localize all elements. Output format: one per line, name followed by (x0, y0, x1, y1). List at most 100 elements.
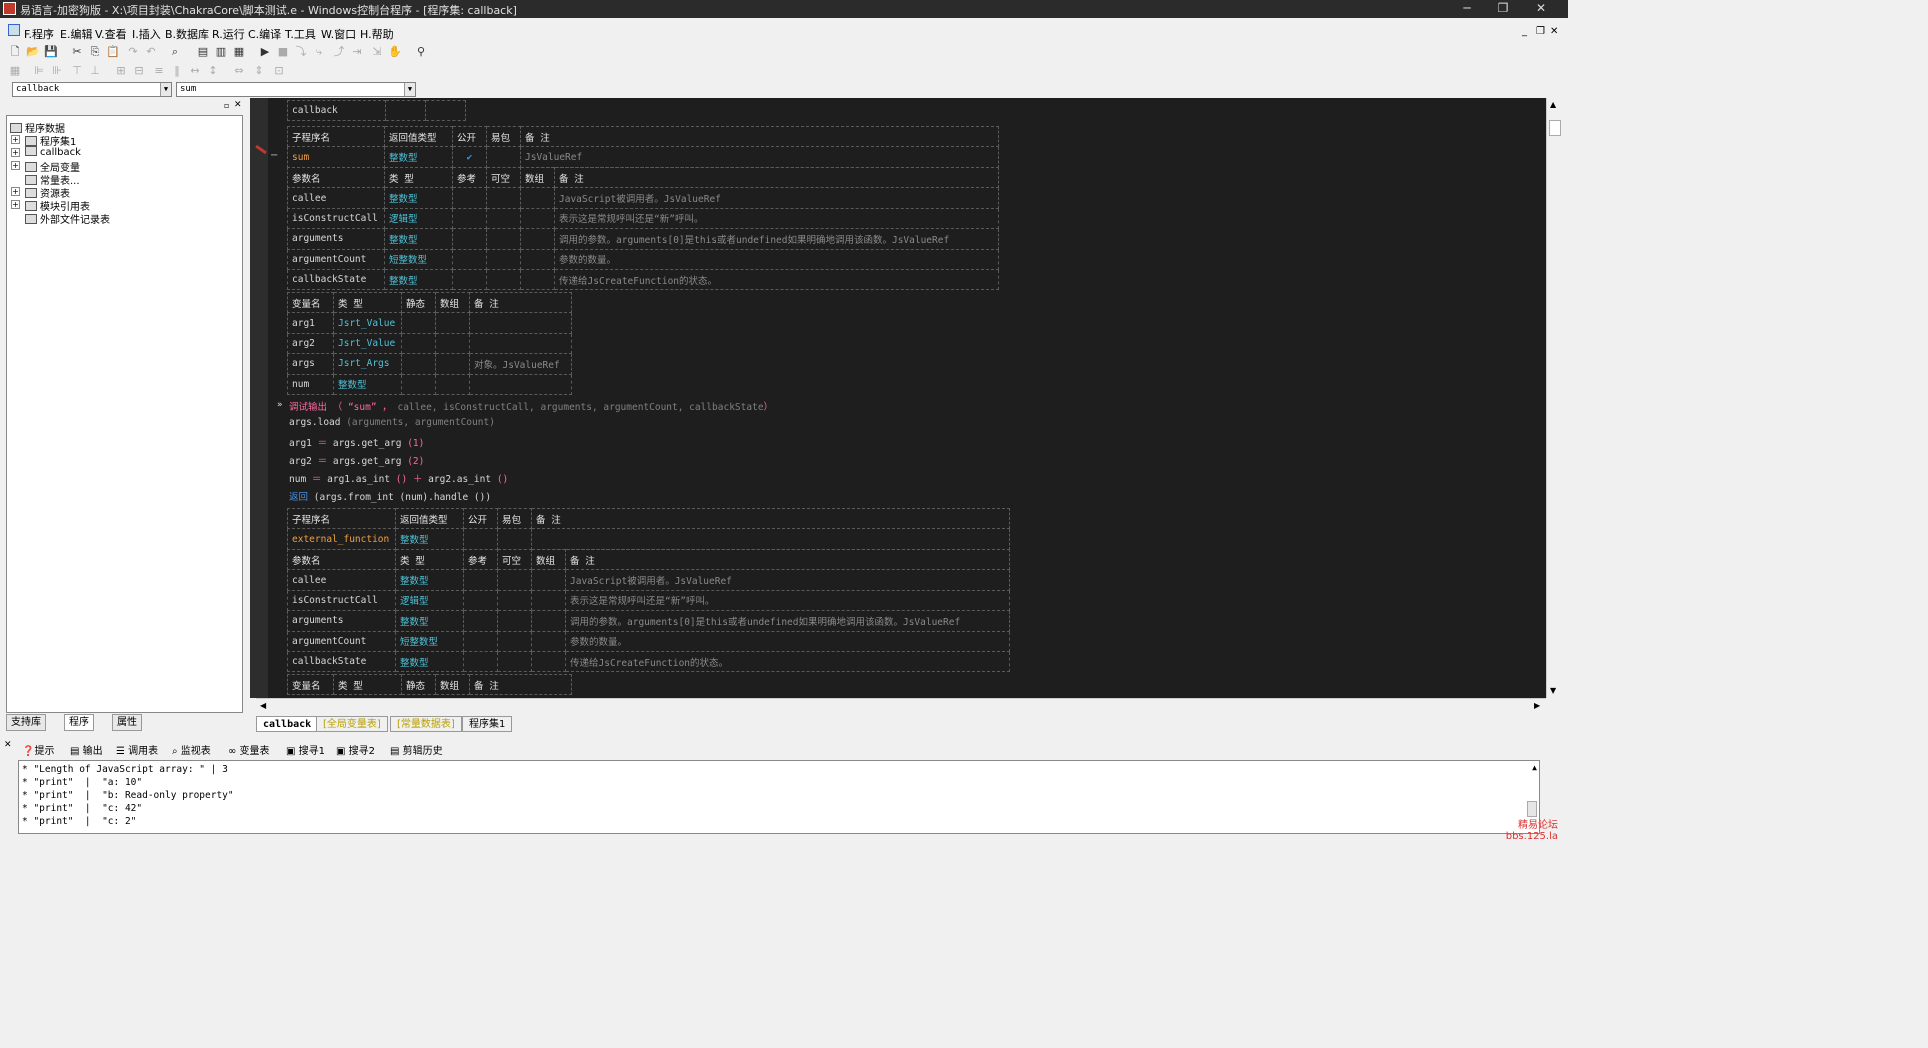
expand-icon[interactable]: + (11, 200, 20, 209)
tree-item[interactable]: callback (25, 146, 81, 158)
align-bottom-icon[interactable]: ⊥ (88, 64, 102, 78)
tree-item[interactable]: 外部文件记录表 (25, 211, 110, 226)
search-people-icon[interactable]: ⚲ (414, 45, 428, 59)
redo-icon[interactable]: ↷ (126, 45, 140, 59)
code-line[interactable]: args.load (arguments, argumentCount) (289, 417, 495, 428)
same-width-icon[interactable]: ≡ (152, 64, 166, 78)
align-left-icon[interactable]: ⊫ (32, 64, 46, 78)
code-line[interactable]: arg2 ＝ args.get_arg (2) (289, 453, 424, 467)
align-right-icon[interactable]: ⊪ (50, 64, 64, 78)
same-height-icon[interactable]: ‖ (170, 64, 184, 78)
menu-help[interactable]: H.帮助 (360, 26, 394, 42)
run-icon[interactable]: ▶ (258, 45, 272, 59)
menu-tools[interactable]: T.工具 (285, 26, 316, 42)
layout1-icon[interactable]: ▤ (196, 45, 210, 59)
menu-compile[interactable]: C.编译 (248, 26, 281, 42)
tab-search1[interactable]: ▣ 搜寻1 (286, 742, 325, 757)
close-button[interactable]: ✕ (1526, 0, 1556, 18)
bottom-close-icon[interactable]: ✕ (4, 740, 12, 750)
output-panel[interactable]: * "Length of JavaScript array: " | 3 * "… (18, 760, 1540, 834)
return-type[interactable]: 整数型 (384, 146, 453, 168)
space-v-icon[interactable]: ↕ (206, 64, 220, 78)
tab-assembly1[interactable]: 程序集1 (462, 716, 513, 732)
save-icon[interactable]: 💾 (44, 45, 58, 59)
return-type[interactable]: 整数型 (395, 528, 464, 550)
code-line[interactable]: 返回 (args.from_int (num).handle ()) (289, 489, 491, 503)
sub-name[interactable]: external_function (287, 528, 396, 550)
scroll-up-icon[interactable]: ▲ (1532, 763, 1537, 772)
stop-icon[interactable]: ■ (276, 45, 290, 59)
tab-call-table[interactable]: ☰ 调用表 (116, 742, 158, 757)
panel-close-icon[interactable]: ✕ (234, 100, 242, 110)
tab-variables[interactable]: ∞ 变量表 (228, 742, 270, 757)
expand-icon[interactable]: + (11, 187, 20, 196)
mdi-restore-icon[interactable]: ❐ (1536, 26, 1545, 37)
menu-program[interactable]: F.程序 (24, 26, 54, 42)
tab-properties[interactable]: 属性 (112, 714, 142, 731)
hand-icon[interactable]: ✋ (388, 45, 402, 59)
tab-program[interactable]: 程序 (64, 714, 94, 731)
mdi-minimize-icon[interactable]: _ (1522, 26, 1527, 37)
layout2-icon[interactable]: ▥ (214, 45, 228, 59)
tab-callback[interactable]: callback (256, 716, 319, 732)
menu-insert[interactable]: I.插入 (132, 26, 161, 42)
align-top-icon[interactable]: ⊤ (70, 64, 84, 78)
center-v-icon[interactable]: ⊟ (132, 64, 146, 78)
code-line[interactable]: arg1 ＝ args.get_arg (1) (289, 435, 424, 449)
menu-edit[interactable]: E.编辑 (60, 26, 92, 42)
expand-icon[interactable]: + (11, 161, 20, 170)
layout3-icon[interactable]: ▦ (232, 45, 246, 59)
collapse-icon[interactable]: − (270, 150, 278, 161)
menu-view[interactable]: V.查看 (95, 26, 127, 42)
assembly-name[interactable]: callback (287, 99, 386, 122)
code-line[interactable]: 调试输出 （ “sum” ， callee, isConstructCall, … (289, 399, 773, 413)
run-cursor-icon[interactable]: ⇲ (370, 45, 384, 59)
sub-name[interactable]: sum (287, 146, 385, 168)
step-over-icon[interactable]: ⇥ (350, 45, 364, 59)
scroll-left-icon[interactable]: ◀ (260, 701, 266, 710)
minimize-button[interactable]: ─ (1452, 0, 1482, 18)
step-in-icon[interactable]: ⤷ (312, 45, 326, 59)
scroll-thumb[interactable] (1549, 120, 1561, 136)
tab-hint[interactable]: ❓提示 (22, 742, 54, 757)
step-out-icon[interactable]: ⤴ (332, 45, 346, 59)
undo-icon[interactable]: ↶ (144, 45, 158, 59)
menu-run[interactable]: R.运行 (212, 26, 245, 42)
assembly-combo[interactable]: callback ▼ (12, 82, 172, 97)
scroll-right-icon[interactable]: ▶ (1534, 701, 1540, 710)
tab-constants[interactable]: [常量数据表] (390, 716, 462, 732)
sub-remark[interactable]: JsValueRef (520, 146, 999, 168)
step-icon[interactable]: ⤵ (294, 45, 308, 59)
new-file-icon[interactable]: 🗋 (8, 45, 22, 59)
grid-icon[interactable]: ▦ (8, 64, 22, 78)
copy-icon[interactable]: ⎘ (88, 45, 102, 59)
open-file-icon[interactable]: 📂 (26, 45, 40, 59)
tab-watch[interactable]: ⌕ 监视表 (172, 742, 211, 757)
tab-search2[interactable]: ▣ 搜寻2 (336, 742, 375, 757)
size-both-icon[interactable]: ⊡ (272, 64, 286, 78)
paste-icon[interactable]: 📋 (106, 45, 120, 59)
panel-pin-icon[interactable]: ▫ (224, 101, 229, 110)
editor-horizontal-scrollbar[interactable]: ◀ ▶ (256, 698, 1546, 714)
find-icon[interactable]: ⌕ (168, 45, 182, 59)
scroll-thumb[interactable] (1527, 801, 1537, 817)
editor-vertical-scrollbar[interactable]: ▲ ▼ (1546, 98, 1562, 698)
chevron-down-icon[interactable]: ▼ (160, 83, 171, 96)
tab-global-vars[interactable]: [全局变量表] (316, 716, 388, 732)
code-line[interactable]: num ＝ arg1.as_int () ＋ arg2.as_int () (289, 471, 508, 485)
size-w-icon[interactable]: ⇔ (232, 64, 246, 78)
center-h-icon[interactable]: ⊞ (114, 64, 128, 78)
public-check-icon[interactable]: ✔ (452, 146, 487, 168)
size-h-icon[interactable]: ⇕ (252, 64, 266, 78)
cut-icon[interactable]: ✂ (70, 45, 84, 59)
mdi-close-icon[interactable]: ✕ (1550, 26, 1558, 37)
space-h-icon[interactable]: ↔ (188, 64, 202, 78)
tab-output[interactable]: ▤ 输出 (70, 742, 103, 757)
scroll-up-icon[interactable]: ▲ (1550, 100, 1556, 109)
menu-database[interactable]: B.数据库 (165, 26, 209, 42)
scroll-down-icon[interactable]: ▼ (1550, 686, 1556, 695)
tab-support-library[interactable]: 支持库 (6, 714, 46, 731)
chevron-down-icon[interactable]: ▼ (404, 83, 415, 96)
subroutine-combo[interactable]: sum ▼ (176, 82, 416, 97)
expand-icon[interactable]: + (11, 135, 20, 144)
